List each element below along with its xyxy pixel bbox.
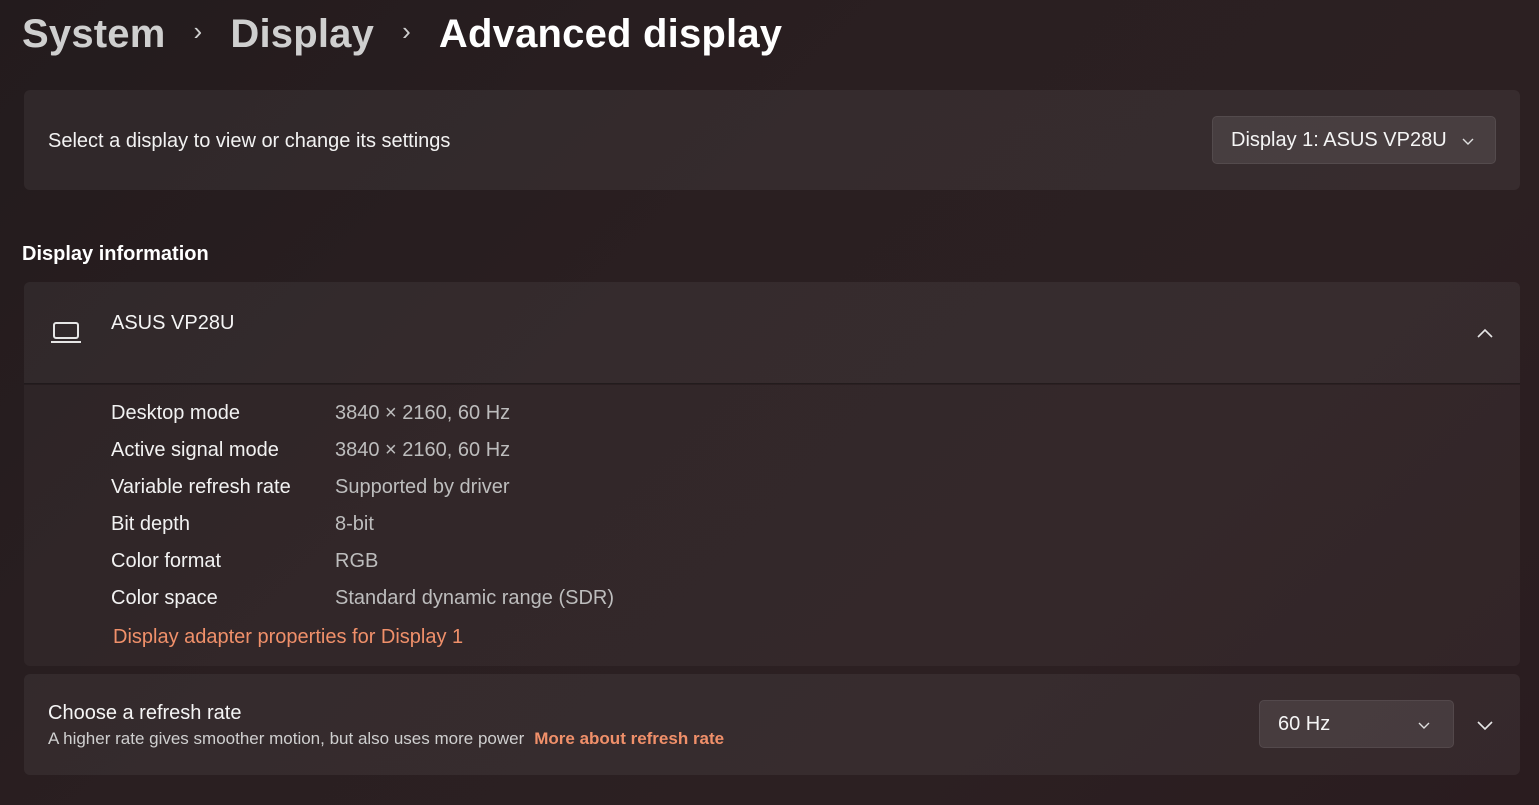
refresh-rate-value: 60 Hz [1278, 712, 1331, 735]
monitor-name: ASUS VP28U [111, 312, 235, 334]
section-title-display-information: Display information [22, 243, 209, 265]
info-value: RGB [335, 550, 379, 572]
info-row-variable-refresh-rate: Variable refresh rate Supported by drive… [111, 476, 510, 504]
info-row-color-space: Color space Standard dynamic range (SDR) [111, 587, 614, 615]
info-row-desktop-mode: Desktop mode 3840 × 2160, 60 Hz [111, 402, 510, 430]
laptop-icon [51, 322, 81, 343]
display-info-expander-header[interactable]: ASUS VP28U [24, 282, 1520, 384]
chevron-down-icon [1462, 138, 1474, 145]
info-row-color-format: Color format RGB [111, 550, 378, 578]
display-adapter-properties-link[interactable]: Display adapter properties for Display 1 [113, 626, 463, 649]
refresh-rate-title: Choose a refresh rate [48, 702, 242, 724]
breadcrumb-system[interactable]: System [22, 12, 166, 57]
info-key: Color format [111, 550, 222, 572]
info-value: Standard dynamic range (SDR) [335, 587, 615, 609]
display-info-details: Desktop mode 3840 × 2160, 60 Hz Active s… [24, 385, 1520, 666]
info-value: Supported by driver [335, 476, 510, 498]
chevron-down-icon[interactable] [1476, 719, 1494, 731]
info-value: 3840 × 2160, 60 Hz [335, 439, 511, 461]
select-display-card: Select a display to view or change its s… [24, 90, 1520, 190]
select-display-label: Select a display to view or change its s… [48, 130, 451, 152]
display-select-dropdown[interactable]: Display 1: ASUS VP28U [1212, 116, 1496, 164]
chevron-up-icon[interactable] [1476, 327, 1494, 339]
breadcrumb-separator-icon: › [193, 15, 203, 46]
refresh-rate-description-text: A higher rate gives smoother motion, but… [48, 729, 525, 748]
breadcrumb-separator-icon: › [402, 15, 411, 46]
refresh-rate-dropdown[interactable]: 60 Hz [1259, 700, 1454, 748]
info-key: Desktop mode [111, 402, 240, 424]
info-value: 3840 × 2160, 60 Hz [335, 402, 511, 424]
display-select-value: Display 1: ASUS VP28U [1231, 128, 1447, 151]
more-about-refresh-rate-link[interactable]: More about refresh rate [534, 729, 724, 749]
info-key: Variable refresh rate [111, 476, 291, 498]
chevron-down-icon [1418, 722, 1430, 729]
breadcrumb-display[interactable]: Display [230, 12, 374, 57]
info-key: Active signal mode [111, 439, 279, 461]
refresh-rate-card: Choose a refresh rate A higher rate give… [24, 674, 1520, 775]
info-row-bit-depth: Bit depth 8-bit [111, 513, 374, 541]
info-row-active-signal-mode: Active signal mode 3840 × 2160, 60 Hz [111, 439, 510, 467]
refresh-rate-description: A higher rate gives smoother motion, but… [48, 729, 724, 749]
info-key: Bit depth [111, 513, 190, 535]
page-title: Advanced display [438, 11, 783, 56]
breadcrumb: System › Display › Advanced display [22, 8, 782, 60]
info-key: Color space [111, 587, 218, 609]
info-value: 8-bit [335, 513, 374, 535]
